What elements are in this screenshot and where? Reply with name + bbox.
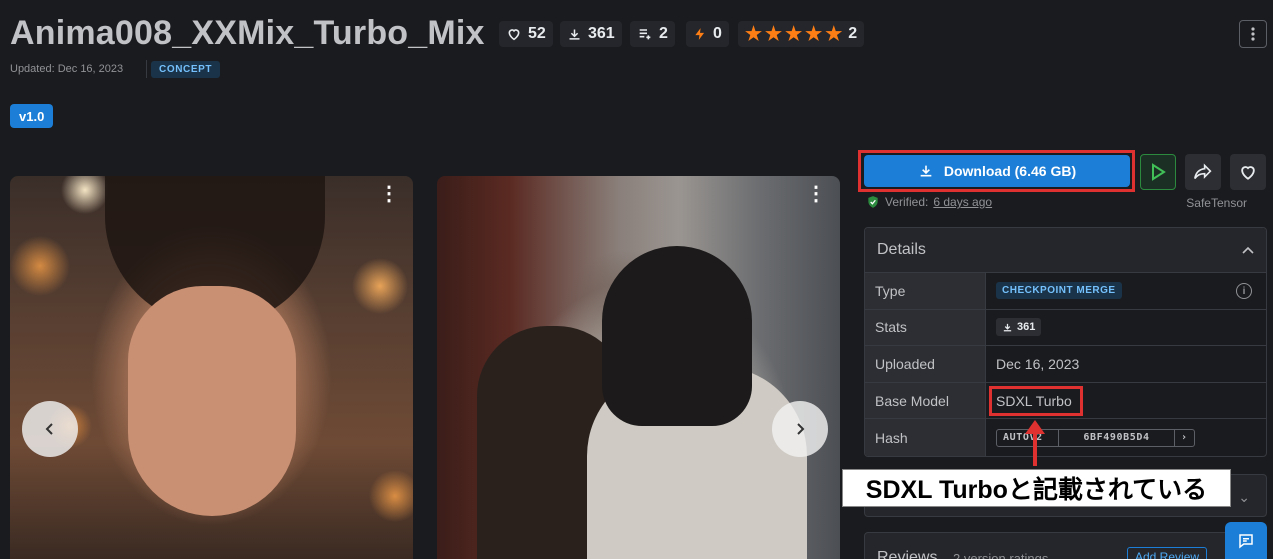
details-panel: Details Type CHECKPOINT MERGE i Stats 36… xyxy=(864,227,1267,457)
hash-value[interactable]: 6BF490B5D4 xyxy=(1059,429,1175,446)
version-tab[interactable]: v1.0 xyxy=(10,104,54,128)
details-header[interactable]: Details xyxy=(865,228,1266,273)
download-label: Download (6.46 GB) xyxy=(943,163,1077,179)
row-key: Hash xyxy=(865,419,986,456)
row-key: Stats xyxy=(865,309,986,346)
add-review-button[interactable]: Add Review xyxy=(1127,547,1208,559)
gallery-image-1[interactable]: ⋮ xyxy=(10,176,413,559)
row-key: Uploaded xyxy=(865,346,986,382)
details-heading: Details xyxy=(877,241,926,258)
downloads-badge[interactable]: 361 xyxy=(560,21,622,47)
shield-check-icon xyxy=(868,196,878,208)
download-button[interactable]: Download (6.46 GB) xyxy=(864,155,1130,187)
likes-badge[interactable]: 52 xyxy=(499,21,553,47)
stats-badge: 361 xyxy=(996,318,1042,337)
chevron-down-icon: ⌄ xyxy=(1238,489,1250,505)
chevron-up-icon xyxy=(1242,246,1254,254)
chevron-right-icon[interactable]: › xyxy=(1175,430,1194,446)
play-icon xyxy=(1152,163,1166,181)
playlist-add-icon xyxy=(639,29,651,40)
chat-icon xyxy=(1239,533,1253,549)
page-title: Anima008_XXMix_Turbo_Mix xyxy=(10,14,485,52)
details-row-uploaded: Uploaded Dec 16, 2023 xyxy=(865,346,1266,383)
likes-count: 52 xyxy=(528,25,546,42)
more-vertical-icon[interactable]: ⋮ xyxy=(806,184,826,204)
divider xyxy=(146,60,147,78)
collections-count: 2 xyxy=(659,25,668,42)
chat-button[interactable] xyxy=(1225,522,1267,559)
star-icon: ★ xyxy=(765,23,783,45)
verified-status: Verified: 6 days ago xyxy=(866,195,992,209)
more-menu-button[interactable] xyxy=(1239,20,1267,48)
gallery-image-2[interactable]: ⋮ xyxy=(437,176,840,559)
image-content xyxy=(602,246,752,426)
updated-date: Updated: Dec 16, 2023 xyxy=(10,63,124,75)
chevron-left-icon xyxy=(45,423,53,435)
share-button[interactable] xyxy=(1185,154,1221,190)
image-content xyxy=(128,286,296,516)
star-icon: ★ xyxy=(805,23,823,45)
reviews-section: Reviews 2 version ratings Add Review xyxy=(864,532,1267,559)
star-icon: ★ xyxy=(825,23,843,45)
share-icon xyxy=(1194,163,1212,180)
collections-badge[interactable]: 2 xyxy=(630,21,675,47)
favorite-button[interactable] xyxy=(1230,154,1266,190)
gallery-next-button[interactable] xyxy=(772,401,828,457)
annotation-callout: SDXL Turboと記載されている xyxy=(842,469,1231,507)
more-vertical-icon xyxy=(1251,27,1255,41)
download-icon xyxy=(569,29,580,40)
buzz-count: 0 xyxy=(713,25,722,42)
more-vertical-icon[interactable]: ⋮ xyxy=(379,184,399,204)
details-row-type: Type CHECKPOINT MERGE i xyxy=(865,273,1266,310)
bolt-icon xyxy=(695,28,705,40)
heart-icon xyxy=(1241,166,1255,180)
star-icon: ★ xyxy=(745,23,763,45)
verified-time-link[interactable]: 6 days ago xyxy=(933,195,992,209)
file-format: SafeTensor xyxy=(1186,196,1247,210)
type-badge[interactable]: CHECKPOINT MERGE xyxy=(996,282,1122,300)
heart-icon xyxy=(508,29,520,41)
details-row-hash: Hash AUTOV2 6BF490B5D4 › xyxy=(865,419,1266,456)
details-row-stats: Stats 361 xyxy=(865,309,1266,347)
row-key: Base Model xyxy=(865,382,986,419)
downloads-count: 361 xyxy=(588,25,615,42)
base-model-highlight xyxy=(989,386,1083,416)
buzz-badge[interactable]: 0 xyxy=(686,21,729,47)
rating-badge[interactable]: ★ ★ ★ ★ ★ 2 xyxy=(738,21,865,47)
info-icon[interactable]: i xyxy=(1236,283,1252,299)
download-icon xyxy=(920,165,932,177)
reviews-heading: Reviews xyxy=(877,549,938,559)
verified-label: Verified: xyxy=(885,195,929,209)
run-button[interactable] xyxy=(1140,154,1176,190)
uploaded-value: Dec 16, 2023 xyxy=(996,355,1080,372)
download-icon xyxy=(1003,323,1012,332)
annotation-arrow xyxy=(1033,424,1037,466)
reviews-subtitle: 2 version ratings xyxy=(953,551,1049,559)
gallery-prev-button[interactable] xyxy=(22,401,78,457)
row-key: Type xyxy=(865,273,986,309)
chevron-right-icon xyxy=(797,423,805,435)
stats-downloads: 361 xyxy=(1017,321,1036,334)
category-badge[interactable]: CONCEPT xyxy=(151,61,221,78)
star-icon: ★ xyxy=(785,23,803,45)
rating-count: 2 xyxy=(848,25,858,42)
